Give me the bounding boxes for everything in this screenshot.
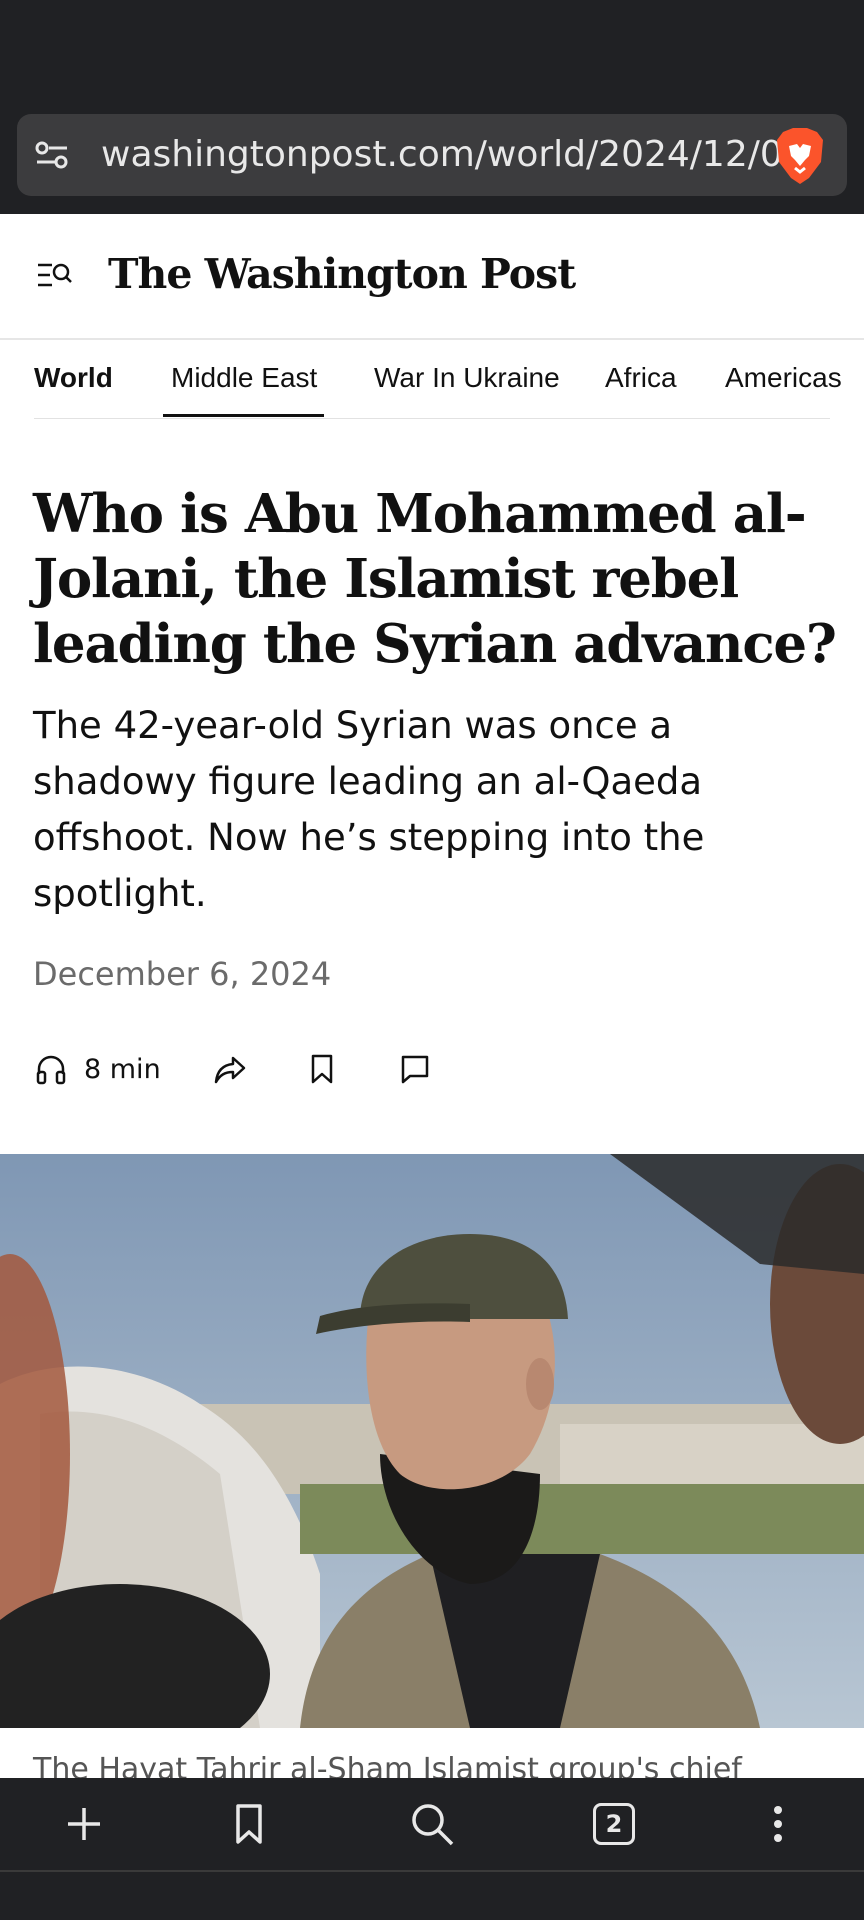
search-icon[interactable] [406,1798,458,1850]
url-text[interactable]: washingtonpost.com/world/2024/12/0 [101,134,781,176]
site-logo[interactable]: The Washington Post [108,250,576,298]
lead-photo [0,1154,864,1728]
bookmark-icon[interactable] [305,1052,339,1086]
nav-item-world[interactable]: World [34,362,113,394]
tabs-icon[interactable]: 2 [588,1798,640,1850]
nav-item-africa[interactable]: Africa [605,362,677,394]
active-tab-indicator [163,414,324,417]
nav-item-middle-east[interactable]: Middle East [171,362,317,394]
more-vert-icon[interactable] [752,1798,804,1850]
article-dek: The 42-year-old Syrian was once a shadow… [33,704,705,915]
brave-lion-icon[interactable] [775,128,825,184]
nav-item-war-in-ukraine[interactable]: War In Ukraine [374,362,560,394]
tune-icon[interactable] [35,140,69,170]
address-bar[interactable]: washingtonpost.com/world/2024/12/0 [17,114,847,196]
menu-search-icon[interactable] [36,260,72,292]
article-actions: 8 min [0,1040,864,1100]
listen-duration[interactable]: 8 min [84,1054,161,1085]
article-date: December 6, 2024 [33,955,332,993]
headphones-icon[interactable] [34,1052,68,1086]
bottom-toolbar: 2 [0,1778,864,1870]
plus-icon[interactable] [58,1798,110,1850]
share-icon[interactable] [213,1052,247,1086]
system-nav-bar [0,1870,864,1920]
article-headline: Who is Abu Mohammed al-Jolani, the Islam… [33,483,837,675]
site-header: The Washington Post [0,214,864,340]
nav-item-americas[interactable]: Americas [725,362,842,394]
bookmark-icon[interactable] [223,1798,275,1850]
browser-chrome: washingtonpost.com/world/2024/12/0 [0,112,864,214]
tab-count-badge: 2 [593,1803,635,1845]
section-nav: World Middle East War In Ukraine Africa … [0,340,864,420]
nav-divider [34,418,830,419]
comment-icon[interactable] [398,1052,432,1086]
status-bar [0,0,864,112]
